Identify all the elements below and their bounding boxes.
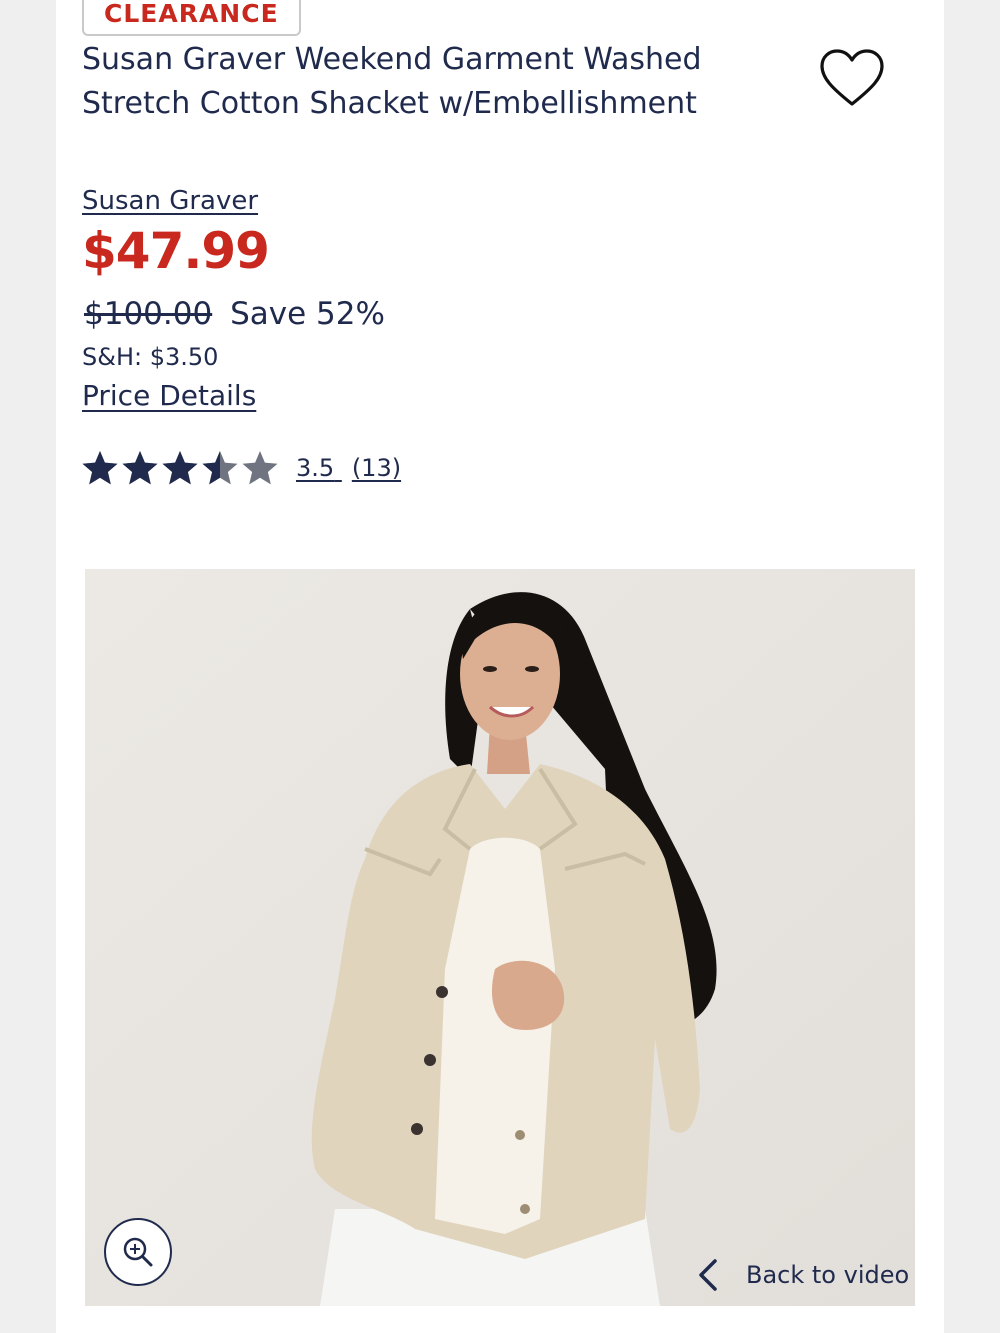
- rating-summary[interactable]: 3.5 (13): [80, 444, 401, 492]
- back-to-video-label: Back to video: [746, 1261, 910, 1289]
- was-price: $100.00: [84, 296, 213, 332]
- chevron-left-icon: [699, 1259, 717, 1291]
- was-price-row: $100.00 Save 52%: [84, 296, 385, 332]
- heart-icon[interactable]: [818, 48, 886, 108]
- back-to-video-button[interactable]: Back to video: [696, 1252, 909, 1298]
- star-icon: [122, 451, 158, 485]
- price-details-link[interactable]: Price Details: [82, 379, 256, 412]
- sale-price: $47.99: [82, 222, 270, 280]
- zoom-button[interactable]: [104, 1218, 172, 1286]
- product-title: Susan Graver Weekend Garment Washed Stre…: [82, 42, 702, 121]
- star-icon: [82, 451, 118, 485]
- zoom-in-icon: [123, 1237, 153, 1267]
- brand-link[interactable]: Susan Graver: [82, 186, 258, 216]
- product-image[interactable]: [85, 569, 915, 1306]
- rating-text: 3.5 (13): [296, 454, 401, 482]
- star-rating: [80, 448, 280, 488]
- star-icon: [242, 451, 278, 485]
- clearance-badge-label: CLEARANCE: [104, 0, 279, 28]
- star-icon: [202, 451, 238, 485]
- review-count: (13): [351, 454, 402, 482]
- rating-score: 3.5: [296, 454, 335, 482]
- star-icon: [162, 451, 198, 485]
- clearance-badge: CLEARANCE: [82, 0, 301, 36]
- shipping-cost: S&H: $3.50: [82, 343, 219, 371]
- savings-text: Save 52%: [230, 296, 385, 332]
